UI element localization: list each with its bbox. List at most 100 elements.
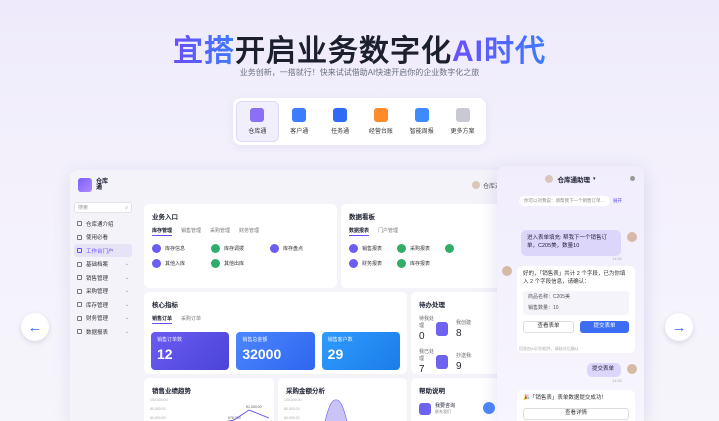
report-icon <box>397 259 406 268</box>
wallet-icon <box>373 108 388 122</box>
entry-finance-report[interactable]: 财务报表 <box>349 259 397 268</box>
tab-inventory[interactable]: 库存管理 <box>152 227 173 236</box>
help-item-sub: 联系我们 <box>435 409 451 414</box>
core-metrics-card: 核心指标 销售订单 采购订单 销售订单数 12 销售总金额 32000 销售客户数 2… <box>144 292 407 374</box>
help-item-title: 我要咨询 <box>435 403 456 409</box>
customer-icon <box>292 108 307 122</box>
product-tab-task[interactable]: 任务通 <box>320 101 361 142</box>
help-consult-item[interactable]: 我要咨询 联系我们 <box>419 402 455 415</box>
chevron-down-icon[interactable]: ▾ <box>593 176 596 182</box>
search-input[interactable]: 搜索 ⌕ <box>74 202 132 213</box>
entry-other-out[interactable]: 其他出库 <box>211 259 270 268</box>
product-tab-customer[interactable]: 客户通 <box>279 101 320 142</box>
sidebar-item-archive[interactable]: 基础档案 ⌄ <box>74 258 132 271</box>
view-form-button[interactable]: 查看表单 <box>523 321 574 334</box>
entry-stock-count[interactable]: 库存盘点 <box>270 244 329 253</box>
sidebar-item-portal[interactable]: 工作台门户 <box>74 244 132 257</box>
todo-count: 7 <box>419 364 425 375</box>
sidebar-item-label: 财务管理 <box>86 316 109 322</box>
book-icon <box>77 234 82 240</box>
message-time: 11:52 <box>612 378 622 383</box>
carousel-prev-button[interactable]: ← <box>21 313 49 341</box>
message-time: 11:52 <box>612 256 622 261</box>
tab-sales-orders[interactable]: 销售订单 <box>152 315 173 324</box>
tab-portal-manage[interactable]: 门户管理 <box>378 227 398 236</box>
chevron-down-icon: ⌄ <box>124 301 129 308</box>
entry-label: 其他出库 <box>224 261 245 267</box>
entry-label: 库存调拨 <box>224 246 245 252</box>
data-board-card: 数据看板 数据报表 门户管理 销售报表 采购报表 财务报表 库存报表 <box>341 204 501 288</box>
submit-form-button[interactable]: 提交表单 <box>580 321 629 334</box>
user-avatar <box>627 232 637 242</box>
chat-header: 仓库通助理 ▾ <box>497 166 644 192</box>
view-detail-button[interactable]: 查看详情 <box>523 407 629 420</box>
todo-icon <box>436 321 448 336</box>
entry-stock-transfer[interactable]: 库存调拨 <box>211 244 270 253</box>
entry-purchase-report[interactable]: 采购报表 <box>397 244 445 253</box>
hero-subtitle: 业务创新，一搭就行！快来试试借助AI快速开启你的企业数字化之旅 <box>239 68 480 77</box>
product-tab-more[interactable]: 更多方案 <box>442 101 483 142</box>
tab-purchase-orders[interactable]: 采购订单 <box>181 315 201 324</box>
product-tab-ledger[interactable]: 经营台账 <box>360 101 401 142</box>
app-logo-text: 仓库通 <box>96 178 109 191</box>
sidebar-item-sales[interactable]: 销售管理 ⌄ <box>74 271 132 284</box>
hero-title-highlight: 宜搭 <box>173 35 235 68</box>
chat-hint-tag[interactable]: 你可以对我说：请帮我下一个销售订单… 展开 <box>497 196 644 206</box>
todo-created[interactable]: 我创建 8 <box>456 315 493 342</box>
card-title: 采购金额分析 <box>286 388 325 395</box>
count-icon <box>270 244 279 253</box>
carousel-next-button[interactable]: → <box>665 313 693 341</box>
product-tab-warehouse[interactable]: 仓库通 <box>236 101 279 142</box>
metric-sales-amount[interactable]: 销售总金额 32000 <box>236 332 315 370</box>
chevron-down-icon: ⌄ <box>124 288 129 294</box>
product-tab-report[interactable]: 智能周报 <box>401 101 442 142</box>
sales-trend-tick: 80,000.00 <box>150 407 166 411</box>
hint-expand-link[interactable]: 展开 <box>613 196 622 206</box>
entry-other-in[interactable]: 其他入库 <box>152 259 211 268</box>
more-icon[interactable] <box>630 176 635 181</box>
entry-inventory-report[interactable]: 库存报表 <box>397 259 445 268</box>
transfer-icon <box>211 244 220 253</box>
chevron-down-icon: ⌄ <box>124 274 129 281</box>
entry-partial-report[interactable] <box>445 244 493 253</box>
metric-sales-orders[interactable]: 销售订单数 12 <box>151 332 230 370</box>
tab-finance[interactable]: 财务管理 <box>239 227 259 236</box>
todo-cc[interactable]: 抄送我 9 <box>456 348 493 375</box>
sidebar-item-guide[interactable]: 使用必看 <box>74 231 132 244</box>
metric-value: 32000 <box>242 346 282 362</box>
todo-done[interactable]: 我已处理 7 <box>419 348 456 375</box>
help-icon[interactable] <box>483 402 495 414</box>
entry-label: 财务报表 <box>362 261 383 267</box>
metric-sales-customers[interactable]: 销售客户数 29 <box>321 332 400 370</box>
sidebar-item-finance[interactable]: 财务管理 ⌄ <box>74 312 132 325</box>
chevron-down-icon: ⌄ <box>124 328 129 335</box>
entry-stock-info[interactable]: 库存信息 <box>152 244 211 253</box>
grid-icon <box>455 108 470 122</box>
home-icon <box>77 221 82 226</box>
todo-pending[interactable]: 待我处理 0 <box>419 315 456 342</box>
chevron-down-icon: ⌄ <box>124 315 129 321</box>
business-entry-card: 业务入口 库存管理 销售管理 采购管理 财务管理 库存信息 库存调拨 库存盘点 … <box>144 204 337 288</box>
todo-card: 待办处理 待我处理 0 我创建 8 我已处理 7 抄送我 9 <box>411 292 501 375</box>
purchase-icon <box>77 288 82 294</box>
assistant-avatar <box>545 175 554 183</box>
purchase-tick: 60,000.00 <box>284 416 300 420</box>
metric-value: 12 <box>157 346 173 362</box>
business-entry-tabs: 库存管理 销售管理 采购管理 财务管理 <box>144 221 337 236</box>
entry-sales-report[interactable]: 销售报表 <box>349 244 397 253</box>
sidebar-item-label: 采购管理 <box>86 289 109 295</box>
tab-purchase[interactable]: 采购管理 <box>210 227 230 236</box>
product-label: 仓库通 <box>248 129 267 135</box>
sidebar-item-inventory[interactable]: 库存管理 ⌄ <box>74 298 132 311</box>
sidebar-item-intro[interactable]: 仓库通介绍 <box>74 217 132 230</box>
product-label: 客户通 <box>290 129 309 135</box>
purchase-analysis-card: 采购金额分析 100,000.00 80,000.00 60,000.00 <box>278 378 407 421</box>
tab-sales[interactable]: 销售管理 <box>181 227 201 236</box>
hero-title-ai: AI时代 <box>452 35 546 68</box>
inbound-icon <box>152 259 161 268</box>
sidebar-item-purchase[interactable]: 采购管理 ⌄ <box>74 285 132 298</box>
metric-row: 销售订单数 12 销售总金额 32000 销售客户数 29 <box>144 324 407 370</box>
sidebar-item-reports[interactable]: 数据报表 ⌄ <box>74 325 132 338</box>
product-label: 任务通 <box>331 129 350 135</box>
tab-data-reports[interactable]: 数据报表 <box>349 227 370 236</box>
